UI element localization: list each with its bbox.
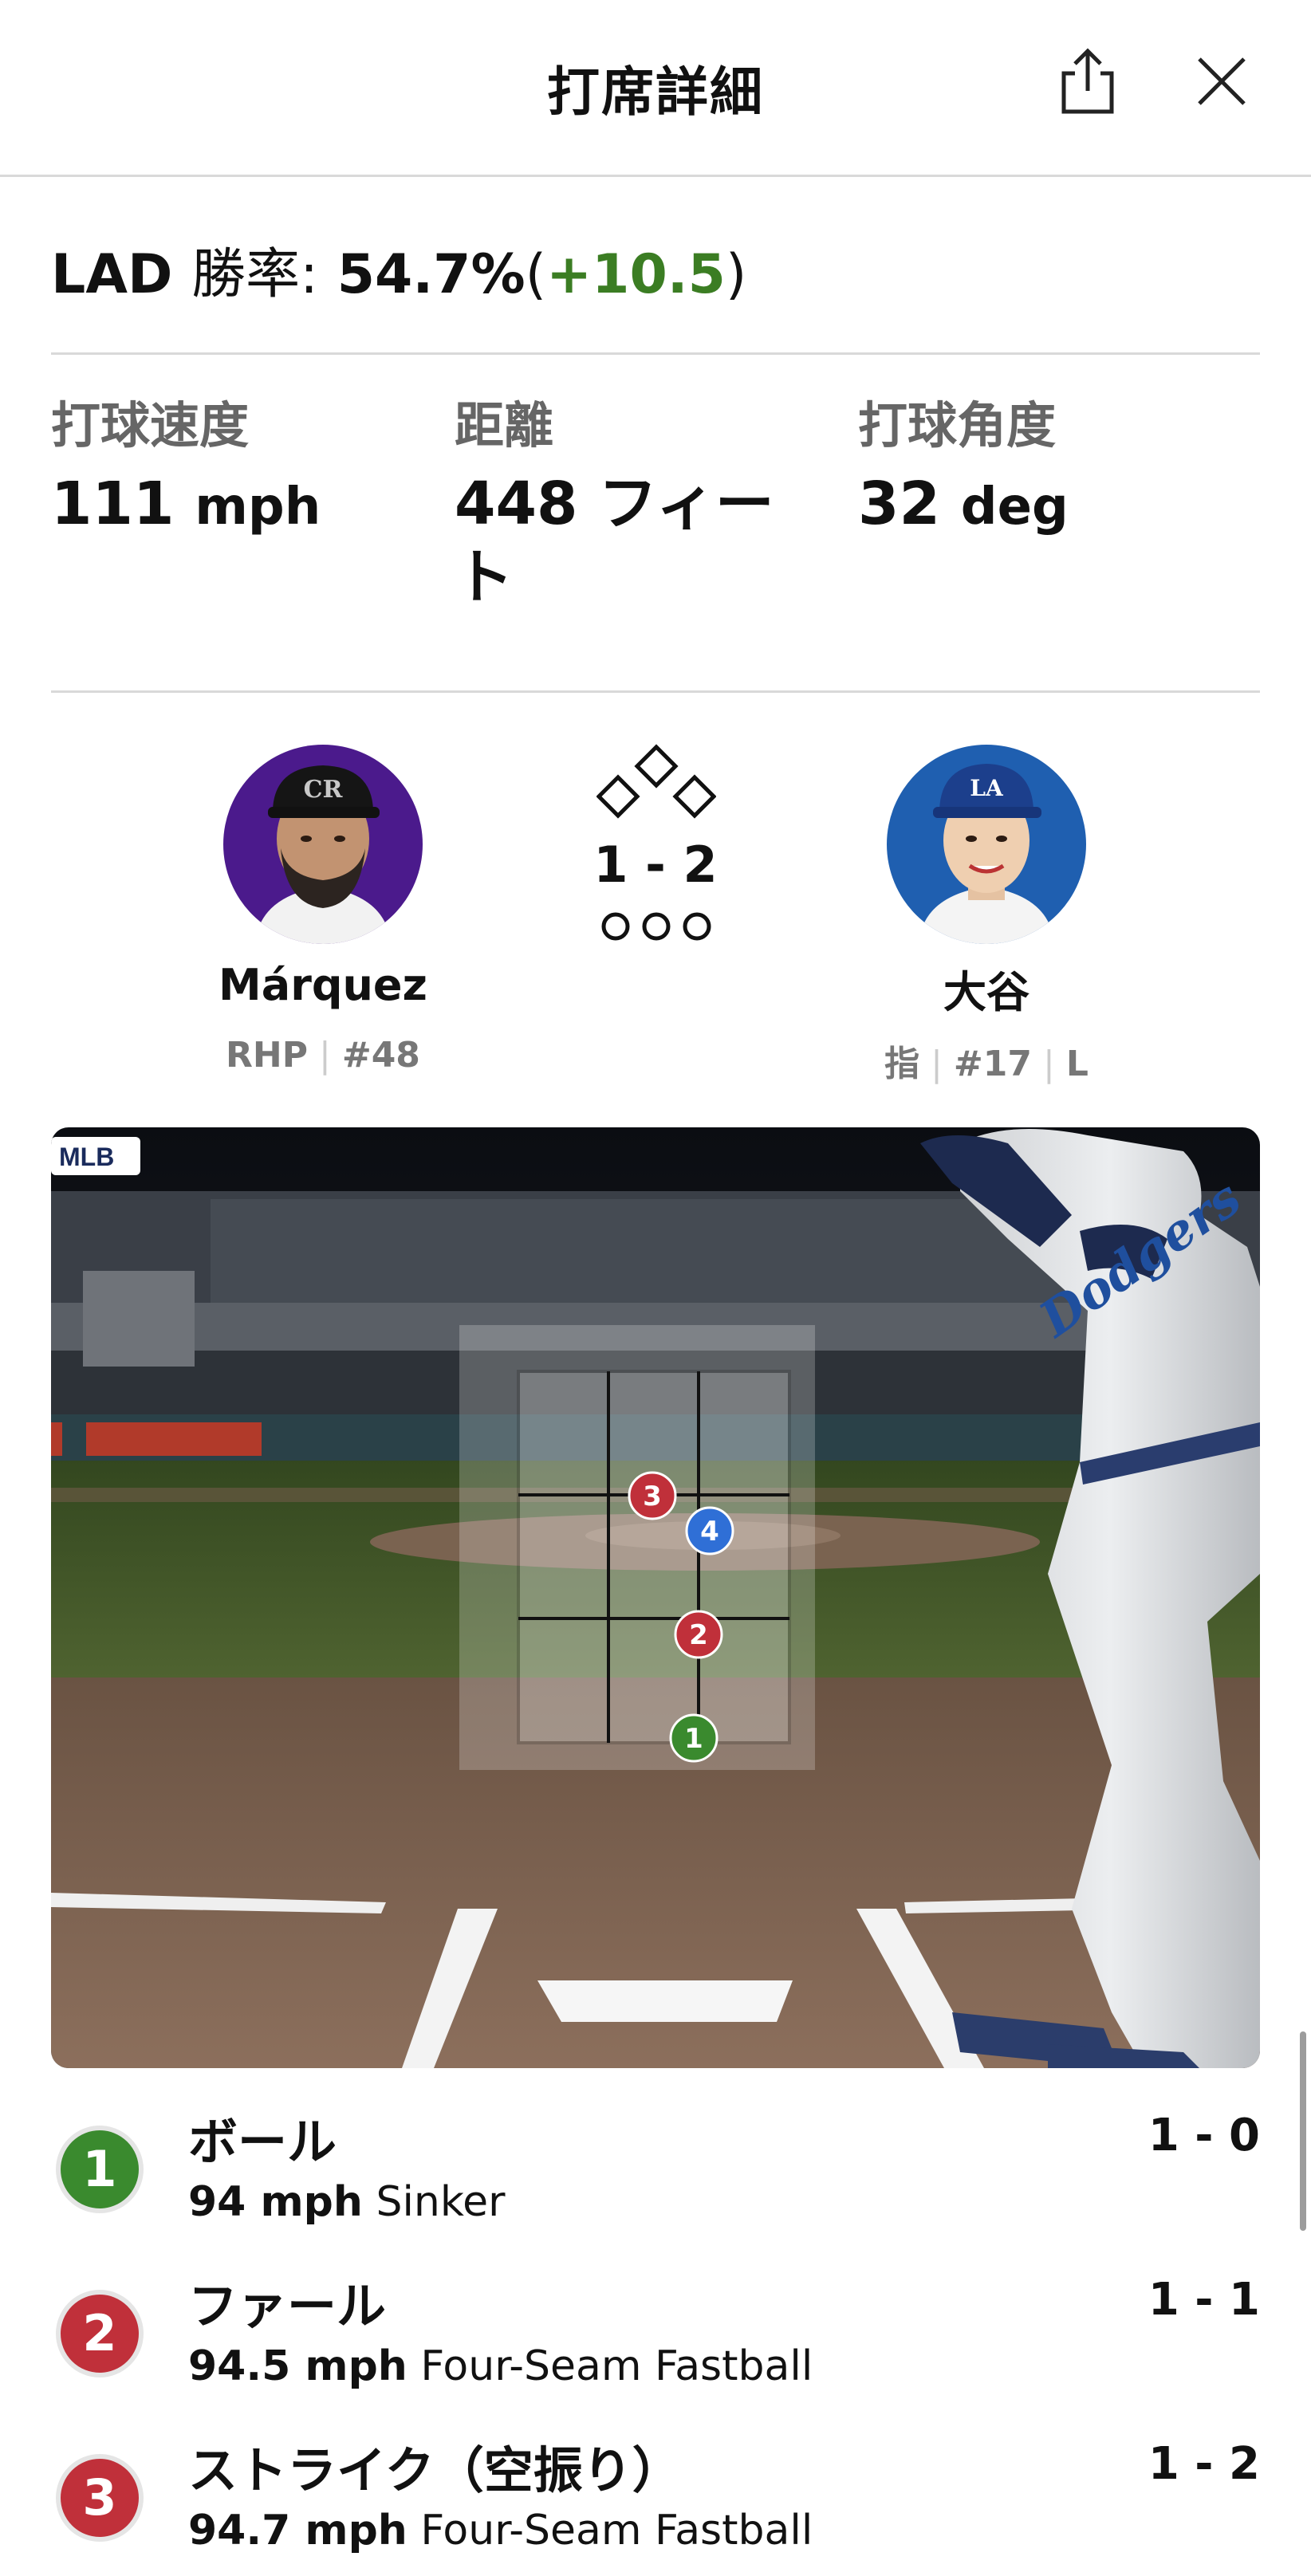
pitch-count: 1 - 1 (1148, 2274, 1260, 2326)
win-prob-value: 54.7% (337, 243, 526, 306)
pitch-detail: 94.5 mph Four-Seam Fastball (188, 2342, 813, 2390)
batter-number: #17 (953, 1044, 1033, 1084)
win-prob-open-paren: ( (525, 243, 547, 306)
pitch-location-field: MLB Dodgers 3 4 2 1 (51, 1127, 1260, 2068)
pitcher-photo: CR (255, 765, 391, 944)
batter-position: 指 (884, 1044, 920, 1084)
pitch-list-item[interactable]: 1 ボール 94 mph Sinker 1 - 0 (56, 2102, 1260, 2245)
pitch-list-item[interactable]: 3 ストライク（空振り） 94.7 mph Four-Seam Fastball… (56, 2430, 1260, 2574)
stat-launch-angle: 打球角度 32 deg (858, 391, 1209, 544)
scrollbar[interactable] (1300, 2031, 1306, 2231)
pitch-speed: 94 mph (188, 2178, 363, 2226)
win-prob-label: 勝率: (191, 243, 319, 306)
stat-number: 111 (51, 470, 175, 538)
pitch-marker-2[interactable]: 2 (674, 1610, 723, 1659)
pitch-marker-number: 4 (700, 1516, 719, 1548)
pitch-detail: 94 mph Sinker (188, 2178, 505, 2226)
separator: | (319, 1035, 331, 1076)
stat-value: 448 フィート (455, 467, 813, 614)
bases-icon (596, 744, 717, 819)
stat-exit-velocity: 打球速度 111 mph (51, 391, 402, 544)
pitch-marker-4[interactable]: 4 (685, 1506, 734, 1555)
batter-photo: LA (919, 764, 1054, 944)
stat-distance: 距離 448 フィート (455, 391, 813, 614)
stat-number: 32 (858, 470, 940, 538)
rockies-logo: CR (304, 776, 344, 804)
pitch-marker-1[interactable]: 1 (669, 1713, 718, 1763)
pitch-list-item[interactable]: 2 ファール 94.5 mph Four-Seam Fastball 1 - 1 (56, 2266, 1260, 2409)
pitch-count: 1 - 0 (1148, 2110, 1260, 2161)
outs-icon (601, 912, 711, 941)
pitch-number-badge: 2 (56, 2290, 144, 2377)
pitch-result: ストライク（空振り） (188, 2441, 682, 2499)
pitch-marker-3[interactable]: 3 (628, 1471, 677, 1520)
win-prob-team: LAD (51, 243, 173, 306)
close-button[interactable] (1193, 53, 1250, 110)
share-icon (1061, 48, 1114, 114)
pitch-marker-number: 1 (684, 1723, 703, 1755)
stat-label: 打球角度 (858, 396, 1057, 454)
pitcher-name[interactable]: Márquez (159, 960, 486, 1010)
win-prob-delta: +10.5 (546, 243, 726, 306)
pitch-type: Sinker (376, 2178, 506, 2226)
pitch-speed: 94.5 mph (188, 2342, 407, 2390)
pitcher-meta: RHP | #48 (159, 1035, 486, 1076)
dodgers-logo: LA (970, 775, 1004, 801)
pitch-result: ボール (188, 2113, 337, 2171)
stat-unit: deg (960, 478, 1069, 537)
stat-unit: mph (195, 478, 321, 537)
pitcher-number: #48 (341, 1035, 420, 1076)
strike-zone (517, 1370, 791, 1744)
pitch-type: Four-Seam Fastball (420, 2342, 813, 2390)
pitch-speed: 94.7 mph (188, 2507, 407, 2554)
stat-value: 32 deg (858, 467, 1209, 544)
win-prob-close-paren: ) (725, 243, 747, 306)
pitch-number-badge: 3 (56, 2454, 144, 2542)
divider (51, 352, 1260, 355)
ball-strike-count: 1 - 2 (593, 836, 718, 894)
pitch-type: Four-Seam Fastball (420, 2507, 813, 2554)
outs-indicator (596, 909, 716, 944)
separator: | (1043, 1044, 1055, 1084)
batter-avatar[interactable]: LA (887, 745, 1086, 944)
mlb-logo: MLB (59, 1142, 114, 1171)
batter-bats: L (1065, 1044, 1089, 1084)
stat-value: 111 mph (51, 467, 402, 544)
stat-number: 448 (455, 470, 578, 538)
stadium-scene: MLB Dodgers 3 4 2 1 (51, 1127, 1260, 2068)
pitch-result: ファール (188, 2277, 387, 2335)
pitch-marker-number: 3 (643, 1481, 662, 1512)
pitcher-position: RHP (226, 1035, 308, 1076)
divider (51, 690, 1260, 693)
stat-label: 距離 (455, 396, 554, 454)
base-diamond (596, 741, 717, 821)
stat-label: 打球速度 (51, 396, 250, 454)
batter-name[interactable]: 大谷 (823, 957, 1150, 1020)
pitch-number-badge: 1 (56, 2126, 144, 2213)
pitch-detail: 94.7 mph Four-Seam Fastball (188, 2507, 813, 2554)
pitch-marker-number: 2 (689, 1619, 708, 1651)
pitch-count: 1 - 2 (1148, 2438, 1260, 2490)
header-bar: 打席詳細 (0, 0, 1311, 177)
win-probability: LAD 勝率: 54.7%(+10.5) (51, 230, 746, 309)
batter-meta: 指 | #17 | L (823, 1035, 1150, 1086)
close-icon (1198, 57, 1246, 105)
separator: | (931, 1044, 943, 1084)
share-button[interactable] (1057, 46, 1118, 116)
pitcher-avatar[interactable]: CR (223, 745, 423, 944)
